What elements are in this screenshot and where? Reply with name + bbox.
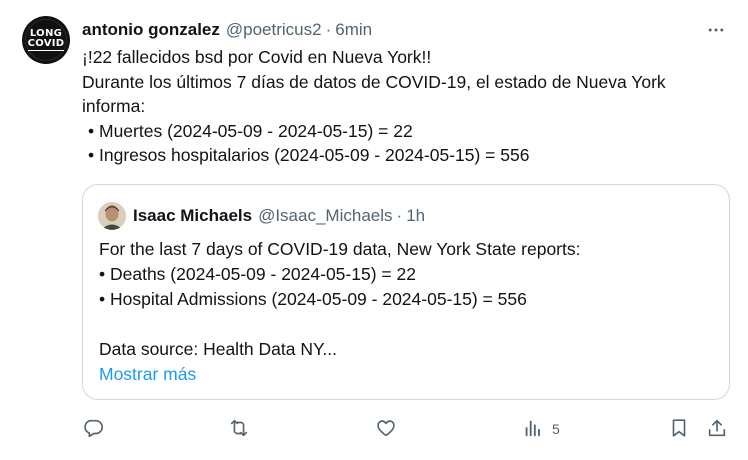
author-name[interactable]: antonio gonzalez <box>82 20 220 40</box>
quoted-tweet-header: Isaac Michaels @Isaac_Michaels · 1h <box>98 202 425 230</box>
tweet-line: informa: <box>82 96 146 116</box>
tweet-line: • Muertes (2024-05-09 - 2024-05-15) = 22 <box>88 120 413 141</box>
separator-dot: · <box>396 206 403 225</box>
separator-dot: · <box>325 20 332 39</box>
quoted-source-line: Data source: Health Data NY... <box>99 339 337 359</box>
quoted-tweet-time[interactable]: 1h <box>406 206 425 226</box>
author-avatar[interactable]: LONG COVID <box>22 16 70 64</box>
tweet-time[interactable]: 6min <box>335 20 372 40</box>
quoted-tweet-card[interactable]: Isaac Michaels @Isaac_Michaels · 1h For … <box>82 184 730 400</box>
tweet-line: • Ingresos hospitalarios (2024-05-09 - 2… <box>88 145 530 165</box>
tweet-text: ¡!22 fallecidos bsd por Covid en Nueva Y… <box>82 45 722 168</box>
bookmark-icon <box>668 417 690 442</box>
share-icon <box>706 417 728 442</box>
views-button[interactable]: 5 <box>522 414 560 444</box>
show-more-link[interactable]: Mostrar más <box>99 362 719 387</box>
heart-icon <box>375 417 397 442</box>
views-count: 5 <box>552 421 560 437</box>
retweet-button[interactable] <box>228 414 250 444</box>
quoted-author-handle[interactable]: @Isaac_Michaels <box>258 206 392 226</box>
like-button[interactable] <box>375 414 397 444</box>
quoted-author-avatar <box>98 202 126 230</box>
tweet-actions-bar: 5 <box>82 414 732 444</box>
quoted-line: • Deaths (2024-05-09 - 2024-05-15) = 22 <box>99 264 416 284</box>
tweet-header: antonio gonzalez @poetricus2 · 6min <box>82 19 724 41</box>
quoted-tweet-text: For the last 7 days of COVID-19 data, Ne… <box>99 237 719 387</box>
share-button[interactable] <box>706 414 728 444</box>
more-options-icon[interactable] <box>704 18 728 42</box>
quoted-author-name[interactable]: Isaac Michaels <box>133 206 252 226</box>
quoted-line: For the last 7 days of COVID-19 data, Ne… <box>99 239 581 259</box>
tweet-line: ¡!22 fallecidos bsd por Covid en Nueva Y… <box>82 47 432 67</box>
avatar-text-covid: COVID <box>27 38 65 51</box>
reply-icon <box>82 417 104 442</box>
quoted-line: • Hospital Admissions (2024-05-09 - 2024… <box>99 289 527 309</box>
retweet-icon <box>228 417 250 442</box>
reply-button[interactable] <box>82 414 104 444</box>
analytics-icon <box>522 417 544 442</box>
author-handle[interactable]: @poetricus2 <box>226 20 322 40</box>
bookmark-button[interactable] <box>668 414 690 444</box>
tweet-line: Durante los últimos 7 días de datos de C… <box>82 71 666 92</box>
